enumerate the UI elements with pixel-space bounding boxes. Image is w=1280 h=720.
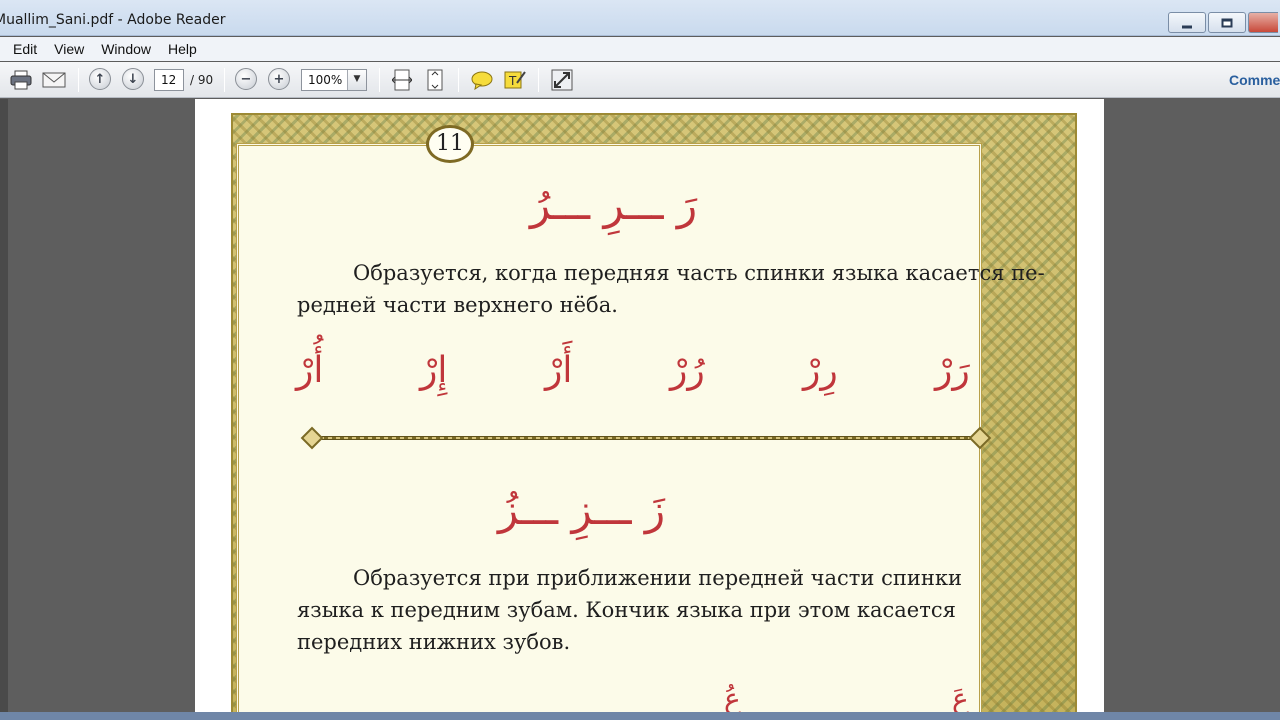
syllable: رُرْ — [670, 350, 705, 391]
divider-knot-right — [968, 426, 992, 450]
syllable: رِرْ — [803, 350, 838, 391]
paragraph-line: языка к передним зубам. Кончик языка при… — [297, 598, 956, 622]
highlight-button[interactable]: T — [503, 68, 527, 92]
maximize-button[interactable] — [1208, 12, 1246, 33]
description-paragraph-2: Образуется при приближении передней част… — [297, 562, 962, 658]
expand-button[interactable] — [550, 68, 574, 92]
fit-page-icon — [427, 69, 443, 91]
syllable-partial: عَ — [952, 682, 969, 715]
ornamental-divider — [300, 426, 992, 450]
fit-page-button[interactable] — [423, 68, 447, 92]
comment-bubble-icon — [471, 71, 493, 90]
zoom-out-button[interactable]: − — [235, 68, 257, 92]
email-button[interactable] — [42, 68, 66, 92]
syllable: أَرْ — [545, 350, 573, 391]
expand-icon — [551, 69, 573, 91]
sticky-note-button[interactable] — [470, 68, 494, 92]
menu-edit[interactable]: Edit — [13, 41, 37, 57]
zoom-value: 100% — [308, 73, 343, 87]
divider-knot-left — [300, 426, 324, 450]
minimize-button[interactable] — [1168, 12, 1206, 33]
arabic-letter-forms-za: زَ ـــزِ ـــزُ — [498, 485, 666, 534]
taskbar-edge — [0, 712, 1280, 720]
restore-icon — [1221, 18, 1233, 27]
divider-line — [316, 436, 978, 440]
printer-icon — [10, 70, 32, 90]
comment-pane-link[interactable]: Comme — [1229, 72, 1280, 88]
svg-text:T: T — [508, 74, 517, 88]
syllable: أُرْ — [296, 350, 324, 391]
plus-icon: + — [268, 68, 290, 90]
minus-icon: − — [235, 68, 257, 90]
paragraph-line: Образуется, когда передняя часть спинки … — [353, 261, 1045, 285]
chevron-down-icon[interactable]: ▼ — [347, 70, 366, 90]
zoom-select[interactable]: 100% ▼ — [301, 69, 367, 91]
menu-bar: Edit View Window Help — [0, 37, 1280, 61]
print-button[interactable] — [9, 68, 33, 92]
fit-width-icon — [392, 69, 412, 91]
page-total: / 90 — [190, 73, 214, 87]
arrow-down-icon: ↓ — [122, 68, 144, 90]
paragraph-line: передних нижних зубов. — [297, 630, 571, 654]
zoom-in-button[interactable]: + — [268, 68, 290, 92]
menu-view[interactable]: View — [54, 41, 84, 57]
paragraph-line: Образуется при приближении передней част… — [353, 566, 962, 590]
highlighter-icon: T — [504, 71, 526, 89]
toolbar: ↑ ↓ 12 / 90 − + 100% ▼ T Comme — [0, 62, 1280, 98]
menu-window[interactable]: Window — [101, 41, 151, 57]
next-page-button[interactable]: ↓ — [122, 68, 144, 92]
previous-page-button[interactable]: ↑ — [89, 68, 111, 92]
title-bar: Muallim_Sani.pdf - Adobe Reader — [0, 0, 1280, 36]
page-number-input[interactable]: 12 — [154, 69, 184, 91]
paragraph-line: редней части верхнего нёба. — [297, 293, 618, 317]
menu-help[interactable]: Help — [168, 41, 197, 57]
page-number-badge: 11 — [426, 125, 474, 163]
window-title: Muallim_Sani.pdf - Adobe Reader — [0, 12, 226, 28]
syllable: رَرْ — [935, 350, 970, 391]
arabic-letter-forms-ra: رَ ـــرِ ـــرُ — [530, 180, 698, 229]
arrow-up-icon: ↑ — [89, 68, 111, 90]
syllable-partial: عُ — [724, 682, 741, 715]
close-button[interactable] — [1248, 12, 1278, 33]
minimize-icon — [1182, 25, 1192, 28]
description-paragraph-1: Образуется, когда передняя часть спинки … — [297, 257, 1045, 321]
window-controls — [1168, 12, 1280, 33]
syllable: إِرْ — [420, 350, 448, 391]
fit-width-button[interactable] — [390, 68, 414, 92]
envelope-icon — [42, 72, 66, 88]
navigation-pane-edge[interactable] — [0, 99, 8, 712]
